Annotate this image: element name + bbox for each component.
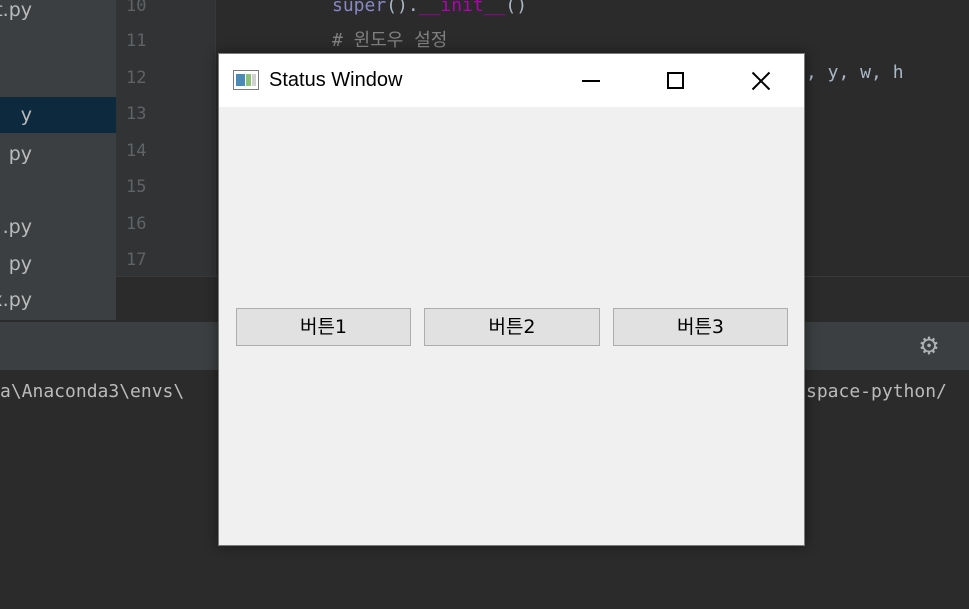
code-line-super-init: super().__init__() (332, 0, 527, 24)
line-number: 10 (126, 0, 147, 16)
console-line: space-python/ (806, 381, 947, 402)
file-item[interactable]: py (0, 136, 116, 172)
code-token: __init__ (418, 0, 506, 16)
line-number: 13 (126, 104, 147, 124)
gear-icon[interactable]: ⚙ (916, 333, 942, 359)
line-number: 17 (126, 250, 147, 270)
minimize-button[interactable] (548, 54, 634, 107)
window-titlebar[interactable]: Status Window (219, 54, 804, 107)
line-number: 12 (126, 68, 147, 88)
minimize-icon (582, 79, 600, 82)
code-line-args: , y, w, h (806, 62, 904, 83)
file-item[interactable]: .py (0, 209, 116, 245)
button-3[interactable]: 버튼3 (613, 308, 788, 346)
project-panel: t.py y py .py py x.py (0, 0, 116, 320)
file-item[interactable]: t.py (0, 0, 116, 28)
console-line: a\Anaconda3\envs\ (0, 381, 185, 402)
line-number: 11 (126, 31, 147, 51)
file-item[interactable]: x.py (0, 282, 116, 318)
code-token: (). (386, 0, 419, 16)
file-item-selected[interactable]: y (0, 97, 116, 133)
app-window-icon (233, 70, 259, 90)
code-token: super (332, 0, 387, 16)
maximize-button[interactable] (632, 54, 718, 107)
maximize-icon (666, 72, 684, 89)
file-item[interactable]: py (0, 246, 116, 282)
button-2[interactable]: 버튼2 (424, 308, 600, 346)
status-window: Status Window 버튼1 버튼2 버튼3 (218, 53, 805, 546)
close-icon (751, 71, 771, 91)
line-number: 16 (126, 214, 147, 234)
button-1[interactable]: 버튼1 (236, 308, 411, 346)
window-title: Status Window (269, 69, 403, 91)
code-token: () (505, 0, 528, 16)
line-number: 15 (126, 177, 147, 197)
line-number: 14 (126, 141, 147, 161)
close-button[interactable] (718, 54, 804, 107)
